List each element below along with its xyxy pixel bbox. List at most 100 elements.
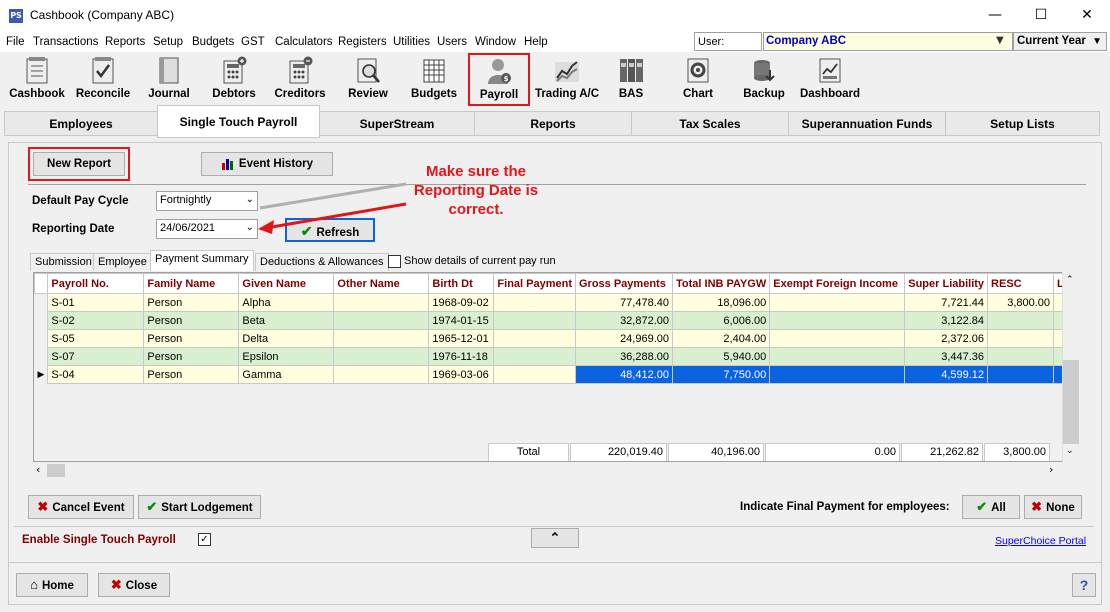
col-gross-payments[interactable]: Gross Payments: [575, 273, 673, 294]
menu-file[interactable]: File: [6, 36, 25, 48]
close-label: Close: [125, 580, 158, 592]
col-exempt-foreign-income[interactable]: Exempt Foreign Income: [769, 273, 906, 294]
toolbar-payroll[interactable]: $ Payroll: [468, 53, 530, 106]
payment-summary-grid[interactable]: Payroll No. Family Name Given Name Other…: [33, 272, 1079, 462]
col-total-inb-paygw[interactable]: Total INB PAYGW: [671, 273, 771, 294]
row-indicator: [34, 347, 48, 366]
toolbar-label: Payroll: [479, 89, 519, 101]
tab-superannuation-funds[interactable]: Superannuation Funds: [788, 111, 946, 136]
double-chevron-up-icon: ⌃: [549, 530, 561, 545]
toolbar-debtors[interactable]: Debtors: [208, 54, 260, 104]
menu-reports[interactable]: Reports: [105, 36, 145, 48]
chevron-down-icon[interactable]: ▼: [996, 35, 1004, 46]
menu-calculators[interactable]: Calculators: [275, 36, 333, 48]
toolbar-budgets[interactable]: Budgets: [408, 54, 460, 104]
scroll-left-icon[interactable]: ‹: [36, 463, 40, 476]
year-selector[interactable]: Current Year ▼: [1013, 32, 1107, 51]
tab-setup-lists[interactable]: Setup Lists: [945, 111, 1100, 136]
table-row-selected[interactable]: ▶ S-04 Person Gamma 1969-03-06 48,412.00…: [34, 365, 1075, 384]
cell-birth: 1974-01-15: [428, 311, 495, 330]
tab-reports[interactable]: Reports: [474, 111, 632, 136]
toolbar-label: Dashboard: [799, 88, 861, 100]
toolbar-cashbook[interactable]: Cashbook: [6, 54, 68, 104]
minimize-button[interactable]: —: [972, 0, 1018, 32]
all-button[interactable]: ✔ All: [962, 495, 1020, 519]
vertical-scrollbar[interactable]: ⌃ ⌄: [1062, 272, 1079, 462]
table-row[interactable]: S-07 Person Epsilon 1976-11-18 36,288.00…: [34, 347, 1075, 366]
col-family-name[interactable]: Family Name: [143, 273, 240, 294]
tab-superstream[interactable]: SuperStream: [319, 111, 475, 136]
close-window-button[interactable]: ✕: [1064, 0, 1110, 32]
cell-super: 3,122.84: [904, 311, 989, 330]
table-row[interactable]: S-05 Person Delta 1965-12-01 24,969.00 2…: [34, 329, 1075, 348]
cell-final: [493, 347, 576, 366]
table-row[interactable]: S-02 Person Beta 1974-01-15 32,872.00 6,…: [34, 311, 1075, 330]
scroll-down-icon[interactable]: ⌄: [1066, 446, 1074, 456]
menu-gst[interactable]: GST: [241, 36, 265, 48]
scroll-thumb[interactable]: [47, 464, 65, 477]
maximize-button[interactable]: ☐: [1018, 0, 1064, 32]
scroll-right-icon[interactable]: ›: [1049, 463, 1053, 476]
menu-setup[interactable]: Setup: [153, 36, 183, 48]
tab-single-touch-payroll[interactable]: Single Touch Payroll: [157, 105, 320, 138]
new-report-button[interactable]: New Report: [33, 152, 125, 176]
start-lodgement-button[interactable]: ✔ Start Lodgement: [138, 495, 261, 519]
menu-utilities[interactable]: Utilities: [393, 36, 430, 48]
cell-paygw: 6,006.00: [671, 311, 771, 330]
table-row[interactable]: S-01 Person Alpha 1968-09-02 77,478.40 1…: [34, 293, 1075, 312]
toolbar-trading[interactable]: Trading A/C: [533, 54, 601, 104]
cell-super: 4,599.12: [904, 365, 989, 384]
home-button[interactable]: ⌂ Home: [16, 573, 88, 597]
subtab-deductions[interactable]: Deductions & Allowances: [255, 253, 389, 271]
none-button[interactable]: ✖ None: [1024, 495, 1082, 519]
toolbar-dashboard[interactable]: Dashboard: [798, 54, 862, 104]
pay-cycle-select[interactable]: Fortnightly ⌄: [156, 191, 258, 211]
tab-tax-scales[interactable]: Tax Scales: [631, 111, 789, 136]
total-paygw: 40,196.00: [668, 443, 764, 461]
help-button[interactable]: ?: [1072, 573, 1096, 597]
row-indicator: [34, 329, 48, 348]
subtab-payment-summary[interactable]: Payment Summary: [150, 250, 254, 271]
toolbar-bas[interactable]: BAS: [609, 54, 653, 104]
superchoice-portal-link[interactable]: SuperChoice Portal: [995, 535, 1086, 547]
cell-exempt: [769, 329, 906, 348]
toolbar-review[interactable]: Review: [342, 54, 394, 104]
reporting-date-picker[interactable]: 24/06/2021 ⌄: [156, 219, 258, 239]
cell-gross: 77,478.40: [575, 293, 673, 312]
toolbar-backup[interactable]: Backup: [740, 54, 788, 104]
menu-help[interactable]: Help: [524, 36, 548, 48]
toolbar-chart[interactable]: Chart: [675, 54, 721, 104]
menu-transactions[interactable]: Transactions: [33, 36, 98, 48]
cell-family: Person: [143, 347, 240, 366]
subtab-employee[interactable]: Employee: [93, 253, 152, 271]
scroll-thumb[interactable]: [1063, 360, 1079, 444]
col-resc[interactable]: RESC: [987, 273, 1055, 294]
grid-icon: [423, 59, 445, 83]
cell-other: [333, 329, 430, 348]
col-birth-dt[interactable]: Birth Dt: [428, 273, 495, 294]
enable-stp-checkbox[interactable]: ✓: [198, 533, 211, 546]
col-payroll-no[interactable]: Payroll No.: [47, 273, 145, 294]
cancel-event-button[interactable]: ✖ Cancel Event: [28, 495, 134, 519]
col-given-name[interactable]: Given Name: [238, 273, 335, 294]
menu-budgets[interactable]: Budgets: [192, 36, 234, 48]
show-details-checkbox[interactable]: [388, 255, 401, 268]
tab-employees[interactable]: Employees: [4, 111, 158, 136]
toolbar-reconcile[interactable]: Reconcile: [74, 54, 132, 104]
scroll-up-icon[interactable]: ⌃: [1066, 275, 1074, 285]
start-lodgement-label: Start Lodgement: [161, 502, 253, 514]
col-final-payment[interactable]: Final Payment: [493, 273, 576, 294]
horizontal-scrollbar[interactable]: ‹ ›: [33, 462, 1062, 479]
menu-users[interactable]: Users: [437, 36, 467, 48]
close-button[interactable]: ✖ Close: [98, 573, 170, 597]
toolbar-creditors[interactable]: Creditors: [270, 54, 330, 104]
company-selector[interactable]: Company ABC: [763, 32, 1013, 51]
subtab-submission[interactable]: Submission: [30, 253, 97, 271]
toolbar-journal[interactable]: Journal: [143, 54, 195, 104]
col-super-liability[interactable]: Super Liability: [904, 273, 989, 294]
cell-family: Person: [143, 329, 240, 348]
col-other-name[interactable]: Other Name: [333, 273, 430, 294]
collapse-button[interactable]: ⌃: [531, 528, 579, 548]
menu-window[interactable]: Window: [475, 36, 516, 48]
menu-registers[interactable]: Registers: [338, 36, 387, 48]
